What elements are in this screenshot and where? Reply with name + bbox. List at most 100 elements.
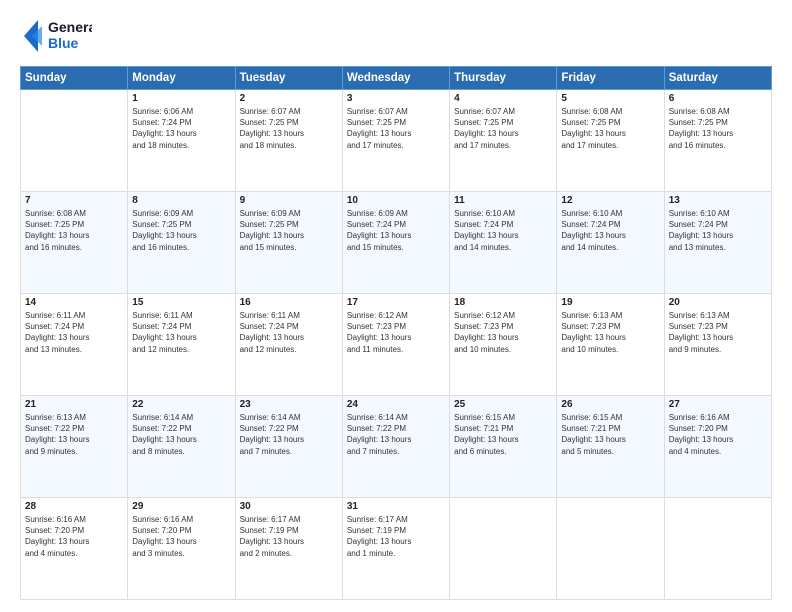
calendar-week-5: 28 Sunrise: 6:16 AMSunset: 7:20 PMDayligh… — [21, 498, 772, 600]
calendar-cell: 31 Sunrise: 6:17 AMSunset: 7:19 PMDayligh… — [342, 498, 449, 600]
day-number: 19 — [561, 297, 659, 308]
calendar-cell: 7 Sunrise: 6:08 AMSunset: 7:25 PMDaylight… — [21, 192, 128, 294]
day-number: 12 — [561, 195, 659, 206]
weekday-tuesday: Tuesday — [235, 67, 342, 90]
calendar-header: SundayMondayTuesdayWednesdayThursdayFrid… — [21, 67, 772, 90]
weekday-monday: Monday — [128, 67, 235, 90]
day-number: 2 — [240, 93, 338, 104]
day-number: 9 — [240, 195, 338, 206]
calendar-cell — [21, 90, 128, 192]
calendar-cell: 17 Sunrise: 6:12 AMSunset: 7:23 PMDayligh… — [342, 294, 449, 396]
day-info: Sunrise: 6:09 AMSunset: 7:25 PMDaylight:… — [240, 208, 338, 253]
day-number: 1 — [132, 93, 230, 104]
day-info: Sunrise: 6:15 AMSunset: 7:21 PMDaylight:… — [454, 412, 552, 457]
calendar-cell: 1 Sunrise: 6:06 AMSunset: 7:24 PMDaylight… — [128, 90, 235, 192]
day-number: 23 — [240, 399, 338, 410]
day-info: Sunrise: 6:08 AMSunset: 7:25 PMDaylight:… — [669, 106, 767, 151]
calendar-cell: 21Sunrise: 6:13 AMSunset: 7:22 PMDayligh… — [21, 396, 128, 498]
calendar-cell: 18Sunrise: 6:12 AMSunset: 7:23 PMDayligh… — [450, 294, 557, 396]
day-number: 8 — [132, 195, 230, 206]
day-number: 25 — [454, 399, 552, 410]
day-number: 15 — [132, 297, 230, 308]
day-info: Sunrise: 6:10 AMSunset: 7:24 PMDaylight:… — [561, 208, 659, 253]
day-info: Sunrise: 6:13 AMSunset: 7:23 PMDaylight:… — [561, 310, 659, 355]
calendar-table: SundayMondayTuesdayWednesdayThursdayFrid… — [20, 66, 772, 600]
day-number: 30 — [240, 501, 338, 512]
calendar-body: 1 Sunrise: 6:06 AMSunset: 7:24 PMDaylight… — [21, 90, 772, 600]
weekday-header-row: SundayMondayTuesdayWednesdayThursdayFrid… — [21, 67, 772, 90]
day-info: Sunrise: 6:11 AMSunset: 7:24 PMDaylight:… — [132, 310, 230, 355]
day-number: 17 — [347, 297, 445, 308]
calendar-cell: 16Sunrise: 6:11 AMSunset: 7:24 PMDayligh… — [235, 294, 342, 396]
calendar-week-1: 1 Sunrise: 6:06 AMSunset: 7:24 PMDaylight… — [21, 90, 772, 192]
day-number: 10 — [347, 195, 445, 206]
day-info: Sunrise: 6:17 AMSunset: 7:19 PMDaylight:… — [240, 514, 338, 559]
day-info: Sunrise: 6:08 AMSunset: 7:25 PMDaylight:… — [25, 208, 123, 253]
calendar-cell: 13 Sunrise: 6:10 AMSunset: 7:24 PMDayligh… — [664, 192, 771, 294]
day-number: 21 — [25, 399, 123, 410]
day-info: Sunrise: 6:09 AMSunset: 7:24 PMDaylight:… — [347, 208, 445, 253]
calendar-cell: 24Sunrise: 6:14 AMSunset: 7:22 PMDayligh… — [342, 396, 449, 498]
weekday-thursday: Thursday — [450, 67, 557, 90]
day-info: Sunrise: 6:12 AMSunset: 7:23 PMDaylight:… — [347, 310, 445, 355]
page-header: GeneralBlue — [20, 16, 772, 56]
calendar-cell: 8 Sunrise: 6:09 AMSunset: 7:25 PMDaylight… — [128, 192, 235, 294]
day-number: 24 — [347, 399, 445, 410]
day-info: Sunrise: 6:10 AMSunset: 7:24 PMDaylight:… — [454, 208, 552, 253]
svg-text:General: General — [48, 19, 92, 35]
calendar-cell — [557, 498, 664, 600]
calendar-cell: 5Sunrise: 6:08 AMSunset: 7:25 PMDaylight… — [557, 90, 664, 192]
calendar-cell: 4 Sunrise: 6:07 AMSunset: 7:25 PMDaylight… — [450, 90, 557, 192]
day-number: 6 — [669, 93, 767, 104]
calendar-cell: 10 Sunrise: 6:09 AMSunset: 7:24 PMDayligh… — [342, 192, 449, 294]
day-info: Sunrise: 6:14 AMSunset: 7:22 PMDaylight:… — [240, 412, 338, 457]
calendar-cell: 25 Sunrise: 6:15 AMSunset: 7:21 PMDayligh… — [450, 396, 557, 498]
day-number: 4 — [454, 93, 552, 104]
calendar-cell: 12 Sunrise: 6:10 AMSunset: 7:24 PMDayligh… — [557, 192, 664, 294]
day-info: Sunrise: 6:10 AMSunset: 7:24 PMDaylight:… — [669, 208, 767, 253]
calendar-cell: 2 Sunrise: 6:07 AMSunset: 7:25 PMDaylight… — [235, 90, 342, 192]
calendar-cell: 11Sunrise: 6:10 AMSunset: 7:24 PMDayligh… — [450, 192, 557, 294]
day-info: Sunrise: 6:17 AMSunset: 7:19 PMDaylight:… — [347, 514, 445, 559]
calendar-cell: 27Sunrise: 6:16 AMSunset: 7:20 PMDayligh… — [664, 396, 771, 498]
calendar-week-3: 14 Sunrise: 6:11 AMSunset: 7:24 PMDayligh… — [21, 294, 772, 396]
calendar-cell: 23 Sunrise: 6:14 AMSunset: 7:22 PMDayligh… — [235, 396, 342, 498]
day-info: Sunrise: 6:16 AMSunset: 7:20 PMDaylight:… — [25, 514, 123, 559]
calendar-cell: 28 Sunrise: 6:16 AMSunset: 7:20 PMDayligh… — [21, 498, 128, 600]
svg-text:Blue: Blue — [48, 35, 79, 51]
calendar-cell: 14 Sunrise: 6:11 AMSunset: 7:24 PMDayligh… — [21, 294, 128, 396]
day-info: Sunrise: 6:07 AMSunset: 7:25 PMDaylight:… — [454, 106, 552, 151]
calendar-cell — [664, 498, 771, 600]
calendar-cell: 29 Sunrise: 6:16 AMSunset: 7:20 PMDayligh… — [128, 498, 235, 600]
day-number: 27 — [669, 399, 767, 410]
day-number: 14 — [25, 297, 123, 308]
logo: GeneralBlue — [20, 16, 92, 56]
day-info: Sunrise: 6:15 AMSunset: 7:21 PMDaylight:… — [561, 412, 659, 457]
calendar-cell: 22Sunrise: 6:14 AMSunset: 7:22 PMDayligh… — [128, 396, 235, 498]
day-info: Sunrise: 6:11 AMSunset: 7:24 PMDaylight:… — [240, 310, 338, 355]
weekday-sunday: Sunday — [21, 67, 128, 90]
day-number: 31 — [347, 501, 445, 512]
day-number: 13 — [669, 195, 767, 206]
weekday-wednesday: Wednesday — [342, 67, 449, 90]
day-info: Sunrise: 6:11 AMSunset: 7:24 PMDaylight:… — [25, 310, 123, 355]
calendar-cell: 26 Sunrise: 6:15 AMSunset: 7:21 PMDayligh… — [557, 396, 664, 498]
calendar-cell: 6 Sunrise: 6:08 AMSunset: 7:25 PMDaylight… — [664, 90, 771, 192]
day-info: Sunrise: 6:16 AMSunset: 7:20 PMDaylight:… — [132, 514, 230, 559]
day-number: 29 — [132, 501, 230, 512]
day-number: 18 — [454, 297, 552, 308]
day-info: Sunrise: 6:07 AMSunset: 7:25 PMDaylight:… — [240, 106, 338, 151]
day-number: 20 — [669, 297, 767, 308]
day-info: Sunrise: 6:09 AMSunset: 7:25 PMDaylight:… — [132, 208, 230, 253]
calendar-cell: 9 Sunrise: 6:09 AMSunset: 7:25 PMDaylight… — [235, 192, 342, 294]
day-number: 28 — [25, 501, 123, 512]
calendar-cell: 3Sunrise: 6:07 AMSunset: 7:25 PMDaylight… — [342, 90, 449, 192]
day-number: 7 — [25, 195, 123, 206]
day-info: Sunrise: 6:06 AMSunset: 7:24 PMDaylight:… — [132, 106, 230, 151]
calendar-cell: 19 Sunrise: 6:13 AMSunset: 7:23 PMDayligh… — [557, 294, 664, 396]
calendar-cell: 30 Sunrise: 6:17 AMSunset: 7:19 PMDayligh… — [235, 498, 342, 600]
weekday-friday: Friday — [557, 67, 664, 90]
day-info: Sunrise: 6:14 AMSunset: 7:22 PMDaylight:… — [132, 412, 230, 457]
logo-svg: GeneralBlue — [20, 16, 92, 56]
day-number: 26 — [561, 399, 659, 410]
